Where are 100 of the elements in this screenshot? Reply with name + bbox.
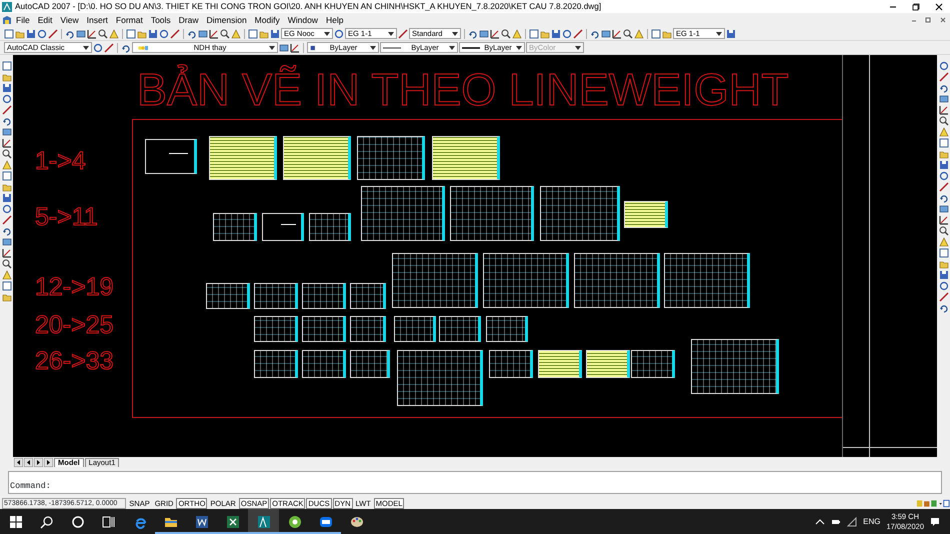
- menu-item[interactable]: Tools: [146, 14, 175, 26]
- sheet-icon[interactable]: [2, 61, 12, 71]
- triangle-icon[interactable]: [231, 28, 241, 38]
- sheet-icon[interactable]: [2, 281, 12, 291]
- circle-icon[interactable]: [938, 171, 948, 181]
- command-line-field[interactable]: Command:: [8, 471, 942, 494]
- menu-item[interactable]: Edit: [34, 14, 56, 26]
- magnifier-icon[interactable]: [623, 28, 633, 38]
- taskbar-button[interactable]: [248, 509, 279, 534]
- circle-icon[interactable]: [562, 28, 572, 38]
- circle-icon[interactable]: [938, 61, 948, 71]
- menu-item[interactable]: Format: [112, 14, 147, 26]
- arc-arrow-icon[interactable]: [187, 28, 197, 38]
- panel-icon[interactable]: [479, 28, 489, 38]
- sheet-icon[interactable]: [938, 138, 948, 148]
- triangle-icon[interactable]: [109, 28, 119, 38]
- menu-item[interactable]: View: [56, 14, 83, 26]
- triangle-icon[interactable]: [512, 28, 522, 38]
- menu-item[interactable]: Draw: [174, 14, 203, 26]
- line-icon[interactable]: [398, 28, 408, 38]
- arc-arrow-icon[interactable]: [938, 303, 948, 313]
- circle-icon[interactable]: [2, 204, 12, 214]
- circle-icon[interactable]: [334, 28, 344, 38]
- arc-arrow-icon[interactable]: [2, 116, 12, 126]
- axes-icon[interactable]: [87, 28, 97, 38]
- menu-item[interactable]: File: [12, 14, 34, 26]
- sheet-icon[interactable]: [126, 28, 136, 38]
- circle-icon[interactable]: [938, 281, 948, 291]
- sheet-icon[interactable]: [2, 171, 12, 181]
- triangle-icon[interactable]: [2, 270, 12, 280]
- arc-arrow-icon[interactable]: [938, 83, 948, 93]
- axes-icon[interactable]: [938, 215, 948, 225]
- panel-icon[interactable]: [938, 94, 948, 104]
- circle-icon[interactable]: [2, 94, 12, 104]
- line-icon[interactable]: [938, 292, 948, 302]
- magnifier-icon[interactable]: [2, 259, 12, 269]
- sheet-icon[interactable]: [4, 28, 14, 38]
- axes-icon[interactable]: [2, 138, 12, 148]
- panel-icon[interactable]: [76, 28, 86, 38]
- folder-icon[interactable]: [2, 292, 12, 302]
- panel-icon[interactable]: [938, 204, 948, 214]
- language-indicator[interactable]: ENG: [863, 516, 880, 528]
- notification-icon[interactable]: [930, 516, 940, 526]
- triangle-icon[interactable]: [938, 237, 948, 247]
- arc-arrow-icon[interactable]: [468, 28, 478, 38]
- magnifier-icon[interactable]: [220, 28, 230, 38]
- arc-arrow-icon[interactable]: [590, 28, 600, 38]
- menu-item[interactable]: Modify: [250, 14, 284, 26]
- wifi-icon[interactable]: [847, 516, 858, 526]
- circle-icon[interactable]: [37, 28, 47, 38]
- menu-item[interactable]: Insert: [82, 14, 112, 26]
- magnifier-icon[interactable]: [98, 28, 108, 38]
- menu-item[interactable]: Help: [322, 14, 348, 26]
- panel-icon[interactable]: [279, 42, 289, 52]
- arc-arrow-icon[interactable]: [938, 193, 948, 203]
- line-icon[interactable]: [104, 42, 114, 52]
- status-tray-icons[interactable]: [916, 498, 950, 508]
- axes-icon[interactable]: [290, 42, 300, 52]
- line-icon[interactable]: [170, 28, 180, 38]
- sheet-icon[interactable]: [248, 28, 258, 38]
- menu-item[interactable]: Dimension: [202, 14, 251, 26]
- line-icon[interactable]: [938, 72, 948, 82]
- axes-icon[interactable]: [938, 105, 948, 115]
- line-icon[interactable]: [938, 182, 948, 192]
- chevron-up-icon[interactable]: [815, 516, 826, 526]
- line-icon[interactable]: [573, 28, 583, 38]
- tab-nav-arrow-icon[interactable]: [44, 458, 53, 467]
- axes-icon[interactable]: [490, 28, 500, 38]
- axes-icon[interactable]: [209, 28, 219, 38]
- triangle-icon[interactable]: [634, 28, 644, 38]
- panel-icon[interactable]: [601, 28, 611, 38]
- arc-arrow-icon[interactable]: [65, 28, 75, 38]
- magnifier-icon[interactable]: [2, 149, 12, 159]
- folder-icon[interactable]: [938, 149, 948, 159]
- triangle-icon[interactable]: [938, 127, 948, 137]
- panel-icon[interactable]: [2, 237, 12, 247]
- menu-item[interactable]: Window: [284, 14, 322, 26]
- folder-icon[interactable]: [938, 259, 948, 269]
- tab-nav-arrow-icon[interactable]: [24, 458, 33, 467]
- circle-icon[interactable]: [159, 28, 169, 38]
- triangle-icon[interactable]: [2, 160, 12, 170]
- sheet-icon[interactable]: [938, 248, 948, 258]
- magnifier-icon[interactable]: [938, 116, 948, 126]
- axes-icon[interactable]: [2, 248, 12, 258]
- tab-nav-arrow-icon[interactable]: [34, 458, 43, 467]
- line-icon[interactable]: [48, 28, 58, 38]
- magnifier-icon[interactable]: [938, 226, 948, 236]
- folder-icon[interactable]: [2, 72, 12, 82]
- line-icon[interactable]: [2, 105, 12, 115]
- axes-icon[interactable]: [612, 28, 622, 38]
- panel-icon[interactable]: [198, 28, 208, 38]
- tab-nav-arrow-icon[interactable]: [14, 458, 23, 467]
- circle-icon[interactable]: [93, 42, 103, 52]
- arc-arrow-icon[interactable]: [2, 226, 12, 236]
- panel-icon[interactable]: [2, 127, 12, 137]
- arc-arrow-icon[interactable]: [121, 42, 131, 52]
- sheet-icon[interactable]: [529, 28, 539, 38]
- folder-icon[interactable]: [2, 182, 12, 192]
- magnifier-icon[interactable]: [501, 28, 511, 38]
- sheet-icon[interactable]: [651, 28, 661, 38]
